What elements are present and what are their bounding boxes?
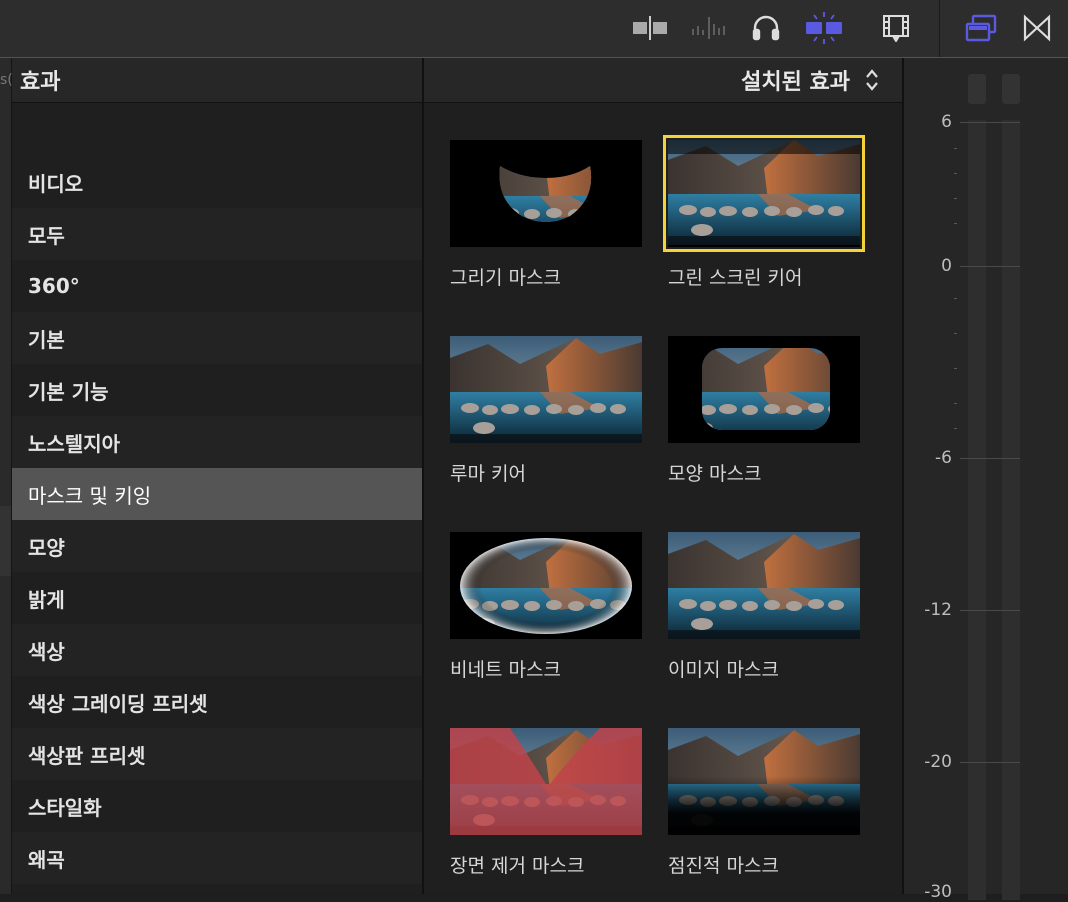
category-label: 모양 xyxy=(28,535,65,560)
effect-item-vignette-mask[interactable]: 비네트 마스크 xyxy=(450,532,646,682)
dropdown-label: 설치된 효과 xyxy=(741,70,850,95)
effect-item-draw-mask[interactable]: 그리기 마스크 xyxy=(450,140,646,290)
chevron-updown-icon xyxy=(864,68,880,92)
meter-peak-left xyxy=(968,74,986,104)
panel-title: 효과 xyxy=(20,70,61,95)
meter-minor-tick xyxy=(954,333,957,334)
effect-thumbnail xyxy=(668,336,860,443)
meter-minor-tick xyxy=(954,298,957,299)
meter-tick-label: -30 xyxy=(924,882,952,902)
category-item-all[interactable]: 모두 xyxy=(12,208,422,260)
transitions-icon[interactable] xyxy=(1020,12,1054,44)
category-item-color-grading-presets[interactable]: 색상 그레이딩 프리셋 xyxy=(12,676,422,728)
meter-tick xyxy=(960,122,1020,123)
effects-browser: 설치된 효과 그리기 마스크 그린 스크린 키어 루마 키어 모양 마스크 비네… xyxy=(424,58,902,894)
category-item-looks[interactable]: 모양 xyxy=(12,520,422,572)
meter-minor-tick xyxy=(954,428,957,429)
effect-item-green-screen-keyer[interactable]: 그린 스크린 키어 xyxy=(663,135,865,290)
headphones-icon[interactable] xyxy=(750,12,782,44)
category-item-basic-functions[interactable]: 기본 기능 xyxy=(12,364,422,416)
category-label: 노스텔지아 xyxy=(28,431,120,456)
category-list: 비디오 모두 360° 기본 기본 기능 노스텔지아 마스크 및 키잉 모양 밝… xyxy=(12,156,422,884)
browser-header: 설치된 효과 xyxy=(424,58,902,103)
effect-label: 장면 제거 마스크 xyxy=(450,855,585,877)
effect-thumbnail xyxy=(450,336,642,443)
effect-thumbnail xyxy=(663,135,865,252)
category-item-basics[interactable]: 기본 xyxy=(12,312,422,364)
category-label: 360° xyxy=(28,274,80,298)
meter-tick xyxy=(960,266,1020,267)
effect-label: 그린 스크린 키어 xyxy=(668,267,803,289)
category-label: 모두 xyxy=(28,223,65,248)
effect-label: 루마 키어 xyxy=(450,463,526,485)
category-label: 스타일화 xyxy=(28,795,102,820)
effect-thumbnail xyxy=(450,140,642,247)
effects-category-panel: 효과 비디오 모두 360° 기본 기본 기능 노스텔지아 마스크 및 키잉 모… xyxy=(12,58,422,894)
sidebar-edge: s( xyxy=(0,58,13,894)
category-label: 밝게 xyxy=(28,587,65,612)
meter-tick xyxy=(960,610,1020,611)
edge-highlight xyxy=(0,506,11,576)
effect-label: 모양 마스크 xyxy=(668,463,762,485)
category-label: 색상판 프리셋 xyxy=(28,743,146,768)
effect-item-gradient-mask[interactable]: 점진적 마스크 xyxy=(668,728,864,878)
effect-thumbnail xyxy=(668,532,860,639)
audio-skimming-icon[interactable] xyxy=(690,12,728,44)
effect-label: 그리기 마스크 xyxy=(450,267,561,289)
category-item-video[interactable]: 비디오 xyxy=(12,156,422,208)
category-label: 기본 기능 xyxy=(28,379,109,404)
meter-tick-label: 0 xyxy=(941,256,952,276)
category-label: 비디오 xyxy=(28,171,84,196)
effect-item-image-mask[interactable]: 이미지 마스크 xyxy=(668,532,864,682)
effect-thumbnail xyxy=(450,532,642,639)
category-label: 색상 그레이딩 프리셋 xyxy=(28,691,208,716)
meter-minor-tick xyxy=(954,148,957,149)
meter-minor-tick xyxy=(954,403,957,404)
truncated-label: s( xyxy=(0,72,13,88)
meter-minor-tick xyxy=(954,198,957,199)
category-label: 색상 xyxy=(28,639,65,664)
effect-item-luma-keyer[interactable]: 루마 키어 xyxy=(450,336,646,486)
effect-item-shape-mask[interactable]: 모양 마스크 xyxy=(668,336,864,486)
category-item-stylize[interactable]: 스타일화 xyxy=(12,780,422,832)
effect-label: 비네트 마스크 xyxy=(450,659,561,681)
category-item-masks-keying[interactable]: 마스크 및 키잉 xyxy=(12,468,422,520)
category-item-light[interactable]: 밝게 xyxy=(12,572,422,624)
category-item-nostalgia[interactable]: 노스텔지아 xyxy=(12,416,422,468)
installed-effects-dropdown[interactable]: 설치된 효과 xyxy=(741,64,880,96)
clip-skimming-icon[interactable] xyxy=(630,12,670,44)
effect-thumbnail xyxy=(668,728,860,835)
audio-meter: 6 0 -6 -12 -20 -30 xyxy=(904,58,1068,902)
category-label: 기본 xyxy=(28,327,65,352)
snapping-icon[interactable] xyxy=(804,12,844,44)
meter-tick-label: -12 xyxy=(924,600,952,620)
meter-minor-tick xyxy=(954,368,957,369)
meter-tick xyxy=(960,458,1020,459)
meter-tick-label: -20 xyxy=(924,752,952,772)
category-item-distortion[interactable]: 왜곡 xyxy=(12,832,422,884)
top-toolbar xyxy=(0,0,1068,58)
meter-channel-left xyxy=(968,120,986,900)
window-layout-icon[interactable] xyxy=(962,12,1000,44)
meter-minor-tick xyxy=(954,173,957,174)
meter-channel-right xyxy=(1002,120,1020,900)
category-item-color[interactable]: 색상 xyxy=(12,624,422,676)
effects-panel-header: 효과 xyxy=(12,58,422,103)
meter-peak-right xyxy=(1002,74,1020,104)
category-item-color-board-presets[interactable]: 색상판 프리셋 xyxy=(12,728,422,780)
category-label: 마스크 및 키잉 xyxy=(28,483,152,508)
category-label: 왜곡 xyxy=(28,847,65,872)
effect-label: 이미지 마스크 xyxy=(668,659,779,681)
effect-item-scene-removal-mask[interactable]: 장면 제거 마스크 xyxy=(450,728,646,878)
effect-label: 점진적 마스크 xyxy=(668,855,779,877)
meter-minor-tick xyxy=(954,223,957,224)
effect-thumbnail xyxy=(450,728,642,835)
filmstrip-icon[interactable] xyxy=(880,12,912,44)
toolbar-separator xyxy=(939,0,940,57)
meter-tick xyxy=(960,762,1020,763)
meter-tick-label: -6 xyxy=(935,448,952,468)
category-item-360[interactable]: 360° xyxy=(12,260,422,312)
meter-tick-label: 6 xyxy=(941,112,952,132)
